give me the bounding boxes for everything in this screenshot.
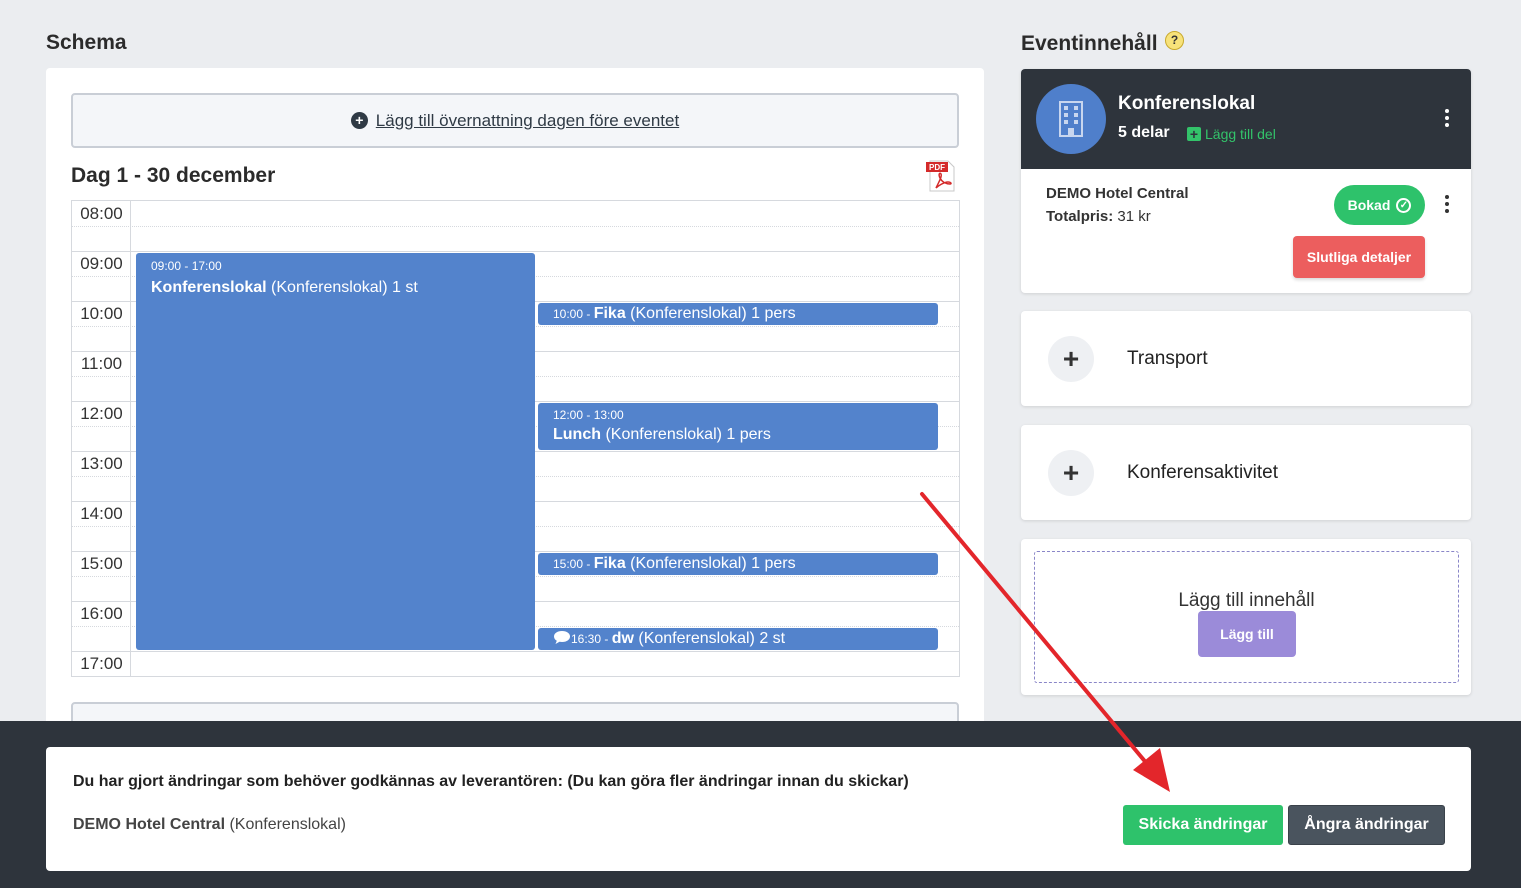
add-activity-card[interactable]: + Konferensaktivitet xyxy=(1021,425,1471,520)
half-hour-line xyxy=(72,226,959,227)
comment-icon xyxy=(553,630,571,650)
event-detail: (Konferenslokal) 2 st xyxy=(633,630,786,647)
total-price: Totalpris: 31 kr xyxy=(1046,208,1151,225)
hotel-name: DEMO Hotel Central xyxy=(1046,185,1189,202)
add-content-card: Lägg till innehåll Lägg till xyxy=(1021,539,1471,695)
event-time: 15:00 - xyxy=(553,557,594,571)
event-name: dw xyxy=(611,630,634,647)
supplier-detail: (Konferenslokal) xyxy=(225,816,346,833)
time-label: 08:00 xyxy=(80,204,123,223)
schedule-card: + Lägg till övernattning dagen före even… xyxy=(46,68,984,748)
supplier-name: DEMO Hotel Central xyxy=(73,816,226,833)
event-fika-morning[interactable]: 10:00 - Fika (Konferenslokal) 1 pers xyxy=(538,303,938,325)
send-changes-button[interactable]: Skicka ändringar xyxy=(1123,805,1283,845)
venue-menu-icon[interactable] xyxy=(1441,107,1453,129)
time-label: 10:00 xyxy=(80,304,123,323)
status-label: Bokad xyxy=(1347,197,1391,213)
add-content-dropzone: Lägg till innehåll Lägg till xyxy=(1034,551,1459,683)
venue-header: Konferenslokal 5 delar + Lägg till del xyxy=(1021,69,1471,169)
plus-circle-icon: + xyxy=(350,112,368,129)
event-fika-afternoon[interactable]: 15:00 - Fika (Konferenslokal) 1 pers xyxy=(538,553,938,575)
venue-parts-count: 5 delar xyxy=(1118,124,1170,141)
time-label: 17:00 xyxy=(80,654,123,673)
event-time: 09:00 - 17:00 xyxy=(151,259,222,273)
final-details-button[interactable]: Slutliga detaljer xyxy=(1293,236,1425,278)
changes-message: Du har gjort ändringar som behöver godkä… xyxy=(73,773,909,790)
add-part-button[interactable]: + Lägg till del xyxy=(1187,126,1276,142)
time-label: 13:00 xyxy=(80,454,123,473)
event-detail: (Konferenslokal) 1 st xyxy=(266,279,418,296)
status-badge: Bokad ✓ xyxy=(1334,185,1425,225)
check-icon: ✓ xyxy=(1396,197,1412,213)
event-time: 10:00 - xyxy=(553,307,594,321)
event-conference-room[interactable]: 09:00 - 17:00 Konferenslokal (Konferensl… xyxy=(136,253,535,650)
add-content-title: Lägg till innehåll xyxy=(1178,590,1315,611)
event-detail: (Konferenslokal) 1 pers xyxy=(625,555,796,572)
plus-icon: + xyxy=(1048,450,1094,496)
schedule-title: Schema xyxy=(46,31,127,54)
time-label: 15:00 xyxy=(80,554,123,573)
changes-notice: Du har gjort ändringar som behöver godkä… xyxy=(46,747,1471,871)
total-price-value: 31 kr xyxy=(1113,208,1151,225)
undo-changes-button[interactable]: Ångra ändringar xyxy=(1288,805,1445,845)
hour-line xyxy=(72,251,959,252)
add-transport-label: Transport xyxy=(1127,348,1208,369)
pdf-label: PDF xyxy=(929,163,945,172)
event-detail: (Konferenslokal) 1 pers xyxy=(601,426,771,443)
event-content-title: Eventinnehåll xyxy=(1021,32,1158,55)
add-part-label: Lägg till del xyxy=(1205,126,1276,142)
add-transport-card[interactable]: + Transport xyxy=(1021,311,1471,406)
event-name: Fika xyxy=(593,555,626,572)
plus-icon: + xyxy=(1048,336,1094,382)
hour-line xyxy=(72,651,959,652)
plus-square-icon: + xyxy=(1187,127,1201,141)
venue-name: Konferenslokal xyxy=(1118,93,1256,114)
time-label: 16:00 xyxy=(80,604,123,623)
day-title: Dag 1 - 30 december xyxy=(71,164,276,187)
add-content-button[interactable]: Lägg till xyxy=(1198,611,1296,657)
event-name: Lunch xyxy=(553,426,601,443)
help-icon[interactable]: ? xyxy=(1165,31,1184,50)
time-label: 09:00 xyxy=(80,254,123,273)
event-time: 12:00 - 13:00 xyxy=(553,408,624,422)
total-price-label: Totalpris: xyxy=(1046,208,1114,225)
event-dw[interactable]: 16:30 - dw (Konferenslokal) 2 st xyxy=(538,628,938,650)
changed-supplier: DEMO Hotel Central (Konferenslokal) xyxy=(73,816,346,834)
time-label: 12:00 xyxy=(80,404,123,423)
timetable: 08:00 09:00 10:00 11:00 12:00 13:00 14:0… xyxy=(71,200,960,677)
event-lunch[interactable]: 12:00 - 13:00 Lunch (Konferenslokal) 1 p… xyxy=(538,403,938,450)
add-activity-label: Konferensaktivitet xyxy=(1127,462,1279,483)
hotel-menu-icon[interactable] xyxy=(1441,193,1453,215)
pdf-icon[interactable]: PDF xyxy=(926,160,958,192)
building-icon xyxy=(1036,84,1106,154)
add-overnight-button[interactable]: + Lägg till övernattning dagen före even… xyxy=(71,93,959,148)
time-label: 14:00 xyxy=(80,504,123,523)
event-time: 16:30 - xyxy=(571,632,612,646)
time-label: 11:00 xyxy=(80,354,123,373)
event-name: Konferenslokal xyxy=(151,279,267,296)
event-detail: (Konferenslokal) 1 pers xyxy=(625,305,796,322)
venue-card: Konferenslokal 5 delar + Lägg till del D… xyxy=(1021,69,1471,293)
event-name: Fika xyxy=(593,305,626,322)
add-overnight-label: Lägg till övernattning dagen före evente… xyxy=(375,110,680,130)
